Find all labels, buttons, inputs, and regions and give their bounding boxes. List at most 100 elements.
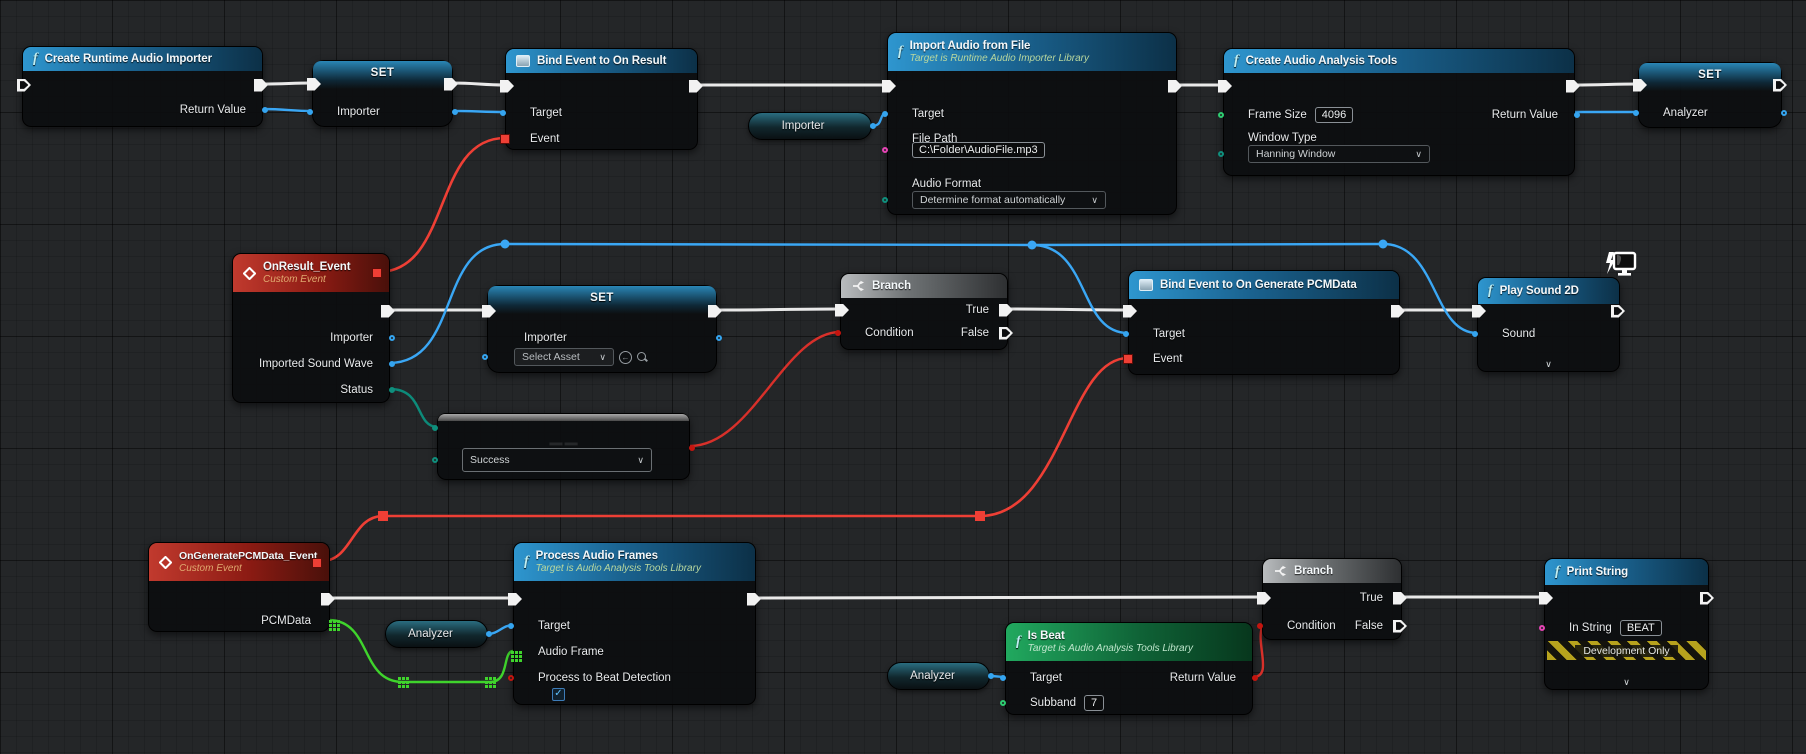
node-import-audio-from-file[interactable]: f Import Audio from File Target is Runti…: [887, 32, 1177, 215]
window-type-pin[interactable]: [1218, 151, 1224, 157]
subband-input[interactable]: 7: [1084, 695, 1104, 711]
node-set-importer-1[interactable]: SET Importer: [312, 60, 453, 127]
condition-pin[interactable]: [1257, 623, 1263, 629]
frame-size-input[interactable]: 4096: [1315, 107, 1353, 123]
subband-pin[interactable]: [1000, 700, 1006, 706]
analyzer-out-pin[interactable]: [1781, 110, 1787, 116]
importer-out-pin[interactable]: [452, 109, 458, 115]
exec-out-pin[interactable]: [381, 305, 395, 318]
node-create-runtime-audio-importer[interactable]: f Create Runtime Audio Importer Return V…: [22, 46, 263, 127]
node-play-sound-2d[interactable]: f Play Sound 2D Sound: [1477, 277, 1620, 372]
return-value-pin[interactable]: [262, 107, 268, 113]
imported-sound-wave-pin[interactable]: [389, 361, 395, 367]
exec-out-pin[interactable]: [708, 305, 722, 318]
node-bind-event-to-on-result[interactable]: Bind Event to On Result Target Event: [505, 48, 698, 150]
false-out-pin[interactable]: [1393, 620, 1407, 633]
analyzer-out-pin[interactable]: [988, 673, 994, 679]
enum-value-dropdown[interactable]: Success: [462, 448, 652, 472]
target-pin[interactable]: [1123, 331, 1129, 337]
in-string-pin[interactable]: [1539, 625, 1545, 631]
exec-out-pin[interactable]: [689, 80, 703, 93]
select-asset-dropdown[interactable]: Select Asset: [514, 348, 614, 366]
exec-out-pin[interactable]: [1700, 592, 1714, 605]
node-create-audio-analysis-tools[interactable]: f Create Audio Analysis Tools Frame Size…: [1223, 48, 1575, 176]
importer-out-pin[interactable]: [870, 123, 876, 129]
target-pin[interactable]: [508, 623, 514, 629]
node-set-importer-2[interactable]: SET Importer Select Asset ←: [487, 285, 717, 373]
var-get-analyzer-1[interactable]: Analyzer: [385, 620, 488, 648]
event-pin[interactable]: [500, 134, 510, 144]
array-reroute[interactable]: [485, 677, 496, 688]
event-pin[interactable]: [1123, 354, 1133, 364]
exec-out-pin[interactable]: [1566, 80, 1580, 93]
input-a-pin[interactable]: [432, 425, 438, 431]
var-get-importer[interactable]: Importer: [748, 112, 872, 140]
node-ongeneratepcmdata-event[interactable]: OnGeneratePCMData_Event Custom Event PCM…: [148, 542, 330, 632]
array-reroute[interactable]: [398, 677, 409, 688]
exec-in-pin[interactable]: [1539, 592, 1553, 605]
result-pin[interactable]: [689, 445, 695, 451]
in-string-input[interactable]: BEAT: [1620, 620, 1662, 636]
node-branch-2[interactable]: Branch True Condition False: [1262, 558, 1402, 640]
exec-out-pin[interactable]: [747, 593, 761, 606]
condition-pin[interactable]: [835, 330, 841, 336]
exec-in-pin[interactable]: [1472, 305, 1486, 318]
exec-in-pin[interactable]: [508, 593, 522, 606]
browse-asset-icon[interactable]: [636, 351, 649, 364]
audio-format-pin[interactable]: [882, 197, 888, 203]
analyzer-in-pin[interactable]: [1633, 110, 1639, 116]
beat-detection-checkbox[interactable]: ✓: [552, 688, 565, 701]
exec-out-pin[interactable]: [1391, 305, 1405, 318]
node-print-string[interactable]: f Print String In String BEAT Developmen…: [1544, 558, 1709, 690]
exec-in-pin[interactable]: [17, 79, 31, 92]
pcmdata-array-pin[interactable]: [329, 620, 332, 623]
exec-in-pin[interactable]: [1633, 79, 1647, 92]
exec-in-pin[interactable]: [835, 304, 849, 317]
exec-in-pin[interactable]: [882, 80, 896, 93]
node-set-analyzer[interactable]: SET Analyzer: [1638, 62, 1782, 128]
node-process-audio-frames[interactable]: f Process Audio Frames Target is Audio A…: [513, 542, 756, 705]
importer-out-pin[interactable]: [389, 335, 395, 341]
node-is-beat[interactable]: f Is Beat Target is Audio Analysis Tools…: [1005, 622, 1253, 715]
process-to-beat-detection-pin[interactable]: [508, 675, 514, 681]
true-out-pin[interactable]: [1393, 592, 1407, 605]
use-selected-asset-icon[interactable]: ←: [619, 351, 632, 364]
enum-wire[interactable]: [390, 389, 437, 427]
return-value-pin[interactable]: [1574, 112, 1580, 118]
advanced-pins-chevron-icon[interactable]: [1478, 359, 1619, 370]
status-pin[interactable]: [389, 387, 395, 393]
exec-out-pin[interactable]: [1773, 79, 1787, 92]
exec-in-pin[interactable]: [1123, 305, 1137, 318]
exec-in-pin[interactable]: [1218, 80, 1232, 93]
exec-in-pin[interactable]: [500, 80, 514, 93]
analyzer-out-pin[interactable]: [486, 631, 492, 637]
node-equal-enum[interactable]: == Success: [437, 413, 690, 480]
window-type-dropdown[interactable]: Hanning Window: [1248, 145, 1430, 163]
file-path-pin[interactable]: [882, 147, 888, 153]
importer-out-pin[interactable]: [716, 335, 722, 341]
audio-frame-array-pin[interactable]: [511, 651, 514, 654]
target-pin[interactable]: [1000, 675, 1006, 681]
frame-size-pin[interactable]: [1218, 112, 1224, 118]
return-value-pin[interactable]: [1252, 675, 1258, 681]
node-bind-event-to-on-generate-pcmdata[interactable]: Bind Event to On Generate PCMData Target…: [1128, 270, 1400, 375]
exec-out-pin[interactable]: [1611, 305, 1625, 318]
exec-out-pin[interactable]: [444, 78, 458, 91]
blueprint-graph-canvas[interactable]: f Create Runtime Audio Importer Return V…: [0, 0, 1806, 754]
exec-in-pin[interactable]: [307, 78, 321, 91]
sound-pin[interactable]: [1472, 331, 1478, 337]
exec-in-pin[interactable]: [482, 305, 496, 318]
false-out-pin[interactable]: [999, 327, 1013, 340]
importer-in-pin[interactable]: [307, 109, 313, 115]
target-pin[interactable]: [882, 111, 888, 117]
exec-out-pin[interactable]: [254, 79, 268, 92]
node-branch-1[interactable]: Branch True Condition False: [840, 273, 1008, 350]
audio-format-dropdown[interactable]: Determine format automatically: [912, 191, 1106, 209]
importer-in-pin[interactable]: [482, 354, 488, 360]
exec-out-pin[interactable]: [321, 593, 335, 606]
exec-out-pin[interactable]: [1168, 80, 1182, 93]
delegate-out-pin[interactable]: [312, 558, 322, 568]
var-get-analyzer-2[interactable]: Analyzer: [887, 662, 990, 690]
target-pin[interactable]: [500, 110, 506, 116]
delegate-out-pin[interactable]: [372, 268, 382, 278]
